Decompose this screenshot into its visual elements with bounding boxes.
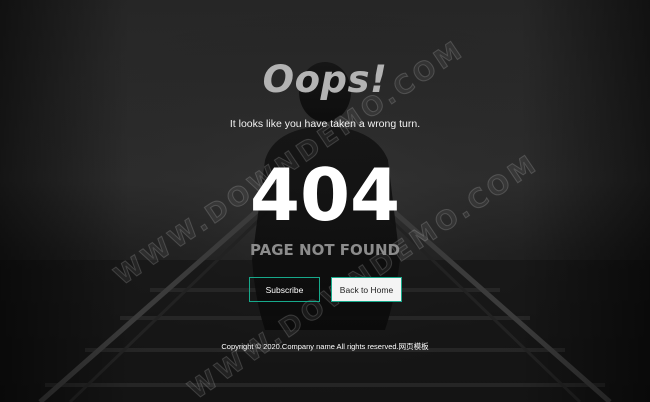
- subscribe-button[interactable]: Subscribe: [249, 277, 320, 302]
- error-message: PAGE NOT FOUND: [250, 241, 400, 259]
- footer-copyright: Copyright © 2020.Company name All rights…: [221, 342, 429, 351]
- error-content: Oops! It looks like you have taken a wro…: [0, 0, 650, 402]
- page-title: Oops!: [262, 58, 388, 101]
- back-to-home-button[interactable]: Back to Home: [331, 277, 402, 302]
- error-page: WWW.DOWNDEMO.COM WWW.DOWNDEMO.COM Oops! …: [0, 0, 650, 402]
- page-subtitle: It looks like you have taken a wrong tur…: [229, 118, 421, 130]
- error-code: 404: [249, 153, 401, 237]
